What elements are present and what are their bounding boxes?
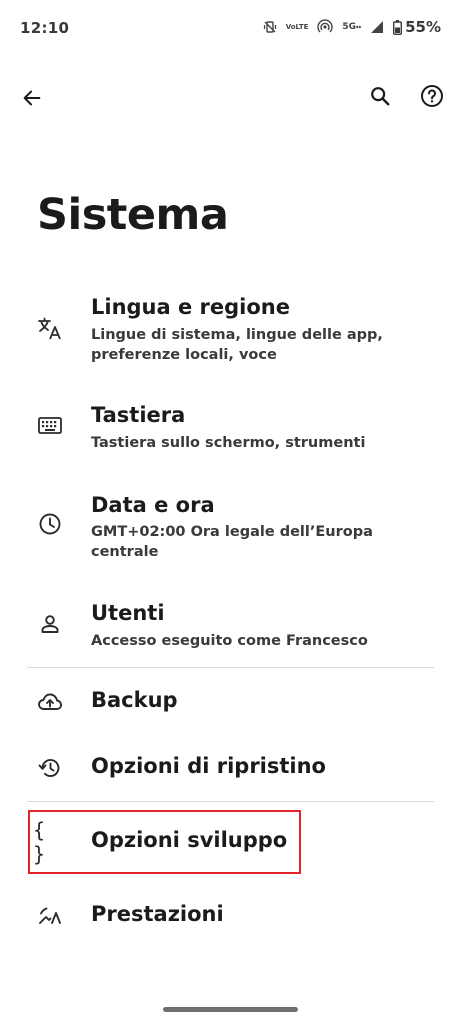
performance-icon <box>36 902 64 930</box>
settings-item-language[interactable]: Lingua e regione Lingue di sistema, ling… <box>0 290 461 370</box>
settings-item-subtitle: Tastiera sullo schermo, strumenti <box>91 435 366 451</box>
help-icon <box>421 85 443 107</box>
cloud-upload-icon <box>36 688 64 716</box>
status-bar: 12:10 Vo LTE 5G ⬩⬩ 55% <box>0 0 461 56</box>
settings-item-title: Opzioni sviluppo <box>91 828 288 852</box>
volte-icon: Vo LTE <box>285 22 309 31</box>
back-button[interactable] <box>14 80 50 116</box>
person-icon <box>36 610 64 638</box>
battery-percent: 55% <box>405 18 441 36</box>
settings-item-title: Lingua e regione <box>91 295 290 319</box>
search-button[interactable] <box>362 78 398 114</box>
gesture-nav-handle[interactable] <box>163 1007 298 1012</box>
settings-item-title: Data e ora <box>91 493 215 517</box>
app-bar <box>0 72 461 120</box>
settings-item-backup[interactable]: Backup <box>0 680 461 724</box>
status-icons: Vo LTE 5G ⬩⬩ 55% <box>263 18 441 36</box>
settings-item-users[interactable]: Utenti Accesso eseguito come Francesco <box>0 596 461 656</box>
settings-item-subtitle: Accesso eseguito come Francesco <box>91 633 368 649</box>
battery-icon <box>393 19 403 35</box>
hotspot-icon <box>317 19 334 35</box>
volte-top-label: Vo <box>285 22 296 31</box>
settings-item-subtitle: GMT+02:00 Ora legale dell’Europa central… <box>91 524 373 560</box>
settings-item-title: Opzioni di ripristino <box>91 754 326 778</box>
settings-item-keyboard[interactable]: Tastiera Tastiera sullo schermo, strumen… <box>0 398 461 458</box>
section-divider <box>27 801 434 802</box>
settings-item-subtitle: Lingue di sistema, lingue delle app, pre… <box>91 327 383 363</box>
clock-icon <box>36 510 64 538</box>
volte-bottom-label: LTE <box>295 22 309 31</box>
page-title: Sistema <box>37 190 229 240</box>
network-label: 5G <box>342 21 357 32</box>
settings-item-reset-options[interactable]: Opzioni di ripristino <box>0 746 461 790</box>
battery-indicator: 55% <box>393 18 441 36</box>
settings-item-developer-options[interactable]: { } Opzioni sviluppo <box>0 818 461 866</box>
section-divider <box>27 667 434 668</box>
settings-item-title: Utenti <box>91 601 165 625</box>
settings-item-title: Backup <box>91 688 178 712</box>
translate-icon <box>36 315 64 343</box>
settings-item-title: Prestazioni <box>91 902 224 926</box>
settings-item-title: Tastiera <box>91 403 186 427</box>
settings-item-date-time[interactable]: Data e ora GMT+02:00 Ora legale dell’Eur… <box>0 488 461 568</box>
status-time: 12:10 <box>20 19 70 37</box>
help-button[interactable] <box>414 78 450 114</box>
search-icon <box>371 87 390 106</box>
settings-item-performance[interactable]: Prestazioni <box>0 894 461 938</box>
keyboard-icon <box>36 412 64 440</box>
network-5g-icon: 5G ⬩⬩ <box>342 21 362 32</box>
signal-icon <box>370 20 384 34</box>
mute-vibrate-icon <box>263 20 277 34</box>
braces-icon: { } <box>33 818 46 866</box>
arrow-back-icon <box>23 90 41 106</box>
history-icon <box>36 754 64 782</box>
